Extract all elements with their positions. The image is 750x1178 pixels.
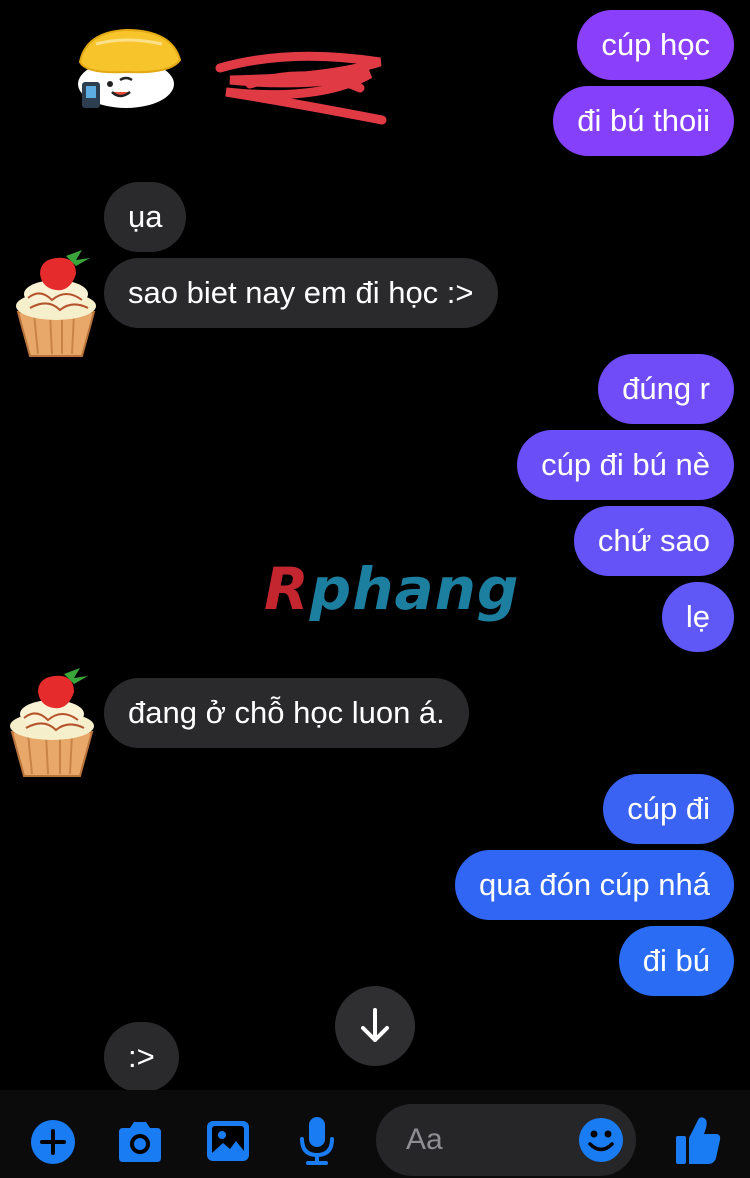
image-icon[interactable] — [205, 1119, 251, 1163]
outgoing-message[interactable]: chứ sao — [573, 506, 734, 576]
plus-circle-icon[interactable] — [30, 1119, 76, 1165]
sushi-sticker — [66, 22, 186, 114]
outgoing-message[interactable]: đúng r — [598, 354, 734, 424]
incoming-message[interactable]: :> — [104, 1022, 179, 1092]
message-input[interactable]: Aa — [376, 1104, 636, 1176]
outgoing-message[interactable]: đi bú — [618, 926, 734, 996]
cupcake-avatar[interactable] — [10, 248, 102, 358]
incoming-message[interactable]: ụa — [104, 182, 187, 252]
scroll-down-button[interactable] — [335, 986, 415, 1066]
camera-icon[interactable] — [115, 1120, 165, 1164]
outgoing-message[interactable]: lẹ — [661, 582, 734, 652]
outgoing-message[interactable]: cúp đi — [603, 774, 734, 844]
outgoing-message[interactable]: đi bú thoii — [553, 86, 734, 156]
microphone-icon[interactable] — [298, 1115, 336, 1167]
arrow-down-icon — [361, 1008, 389, 1042]
message-input-placeholder: Aa — [406, 1123, 443, 1156]
red-scribble — [215, 51, 387, 125]
outgoing-message[interactable]: cúp học — [577, 10, 734, 80]
watermark-logo: Rphang — [264, 555, 520, 623]
outgoing-message[interactable]: qua đón cúp nhá — [455, 850, 734, 920]
thumbs-up-icon[interactable] — [674, 1114, 722, 1166]
incoming-message[interactable]: đang ở chỗ học luon á. — [104, 678, 469, 748]
composer-bar — [0, 1090, 750, 1178]
outgoing-message[interactable]: cúp đi bú nè — [517, 430, 734, 500]
emoji-icon[interactable] — [578, 1117, 624, 1163]
cupcake-avatar[interactable] — [6, 664, 98, 778]
incoming-message[interactable]: sao biet nay em đi học :> — [104, 258, 498, 328]
